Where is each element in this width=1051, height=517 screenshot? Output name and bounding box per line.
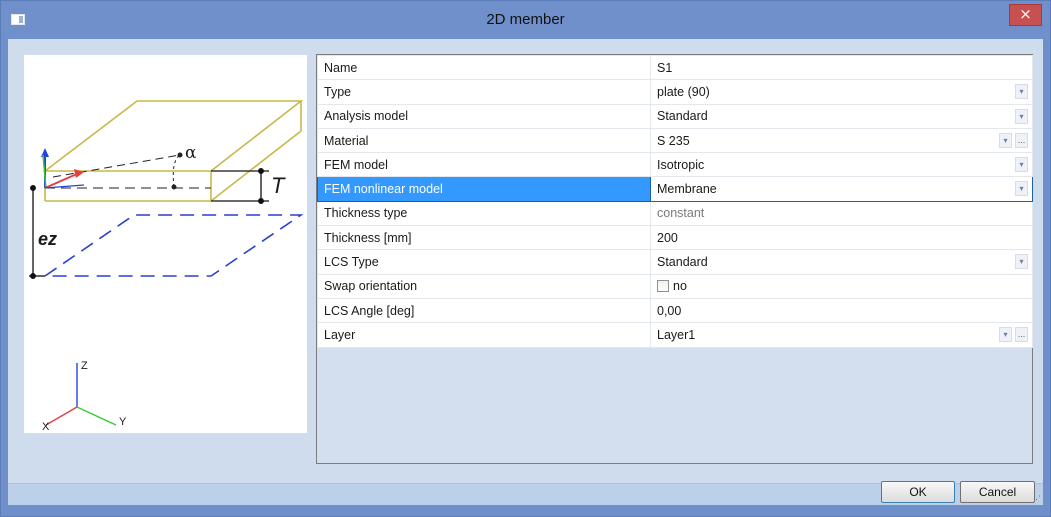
property-row[interactable]: Thickness type constant (317, 200, 1033, 227)
property-row[interactable]: Analysis model Standard ▾ (317, 103, 1033, 129)
swap-orientation-value: no (673, 279, 687, 294)
property-name: Type (317, 79, 651, 105)
window-title: 2D member (486, 11, 565, 28)
property-row-selected[interactable]: FEM nonlinear model Membrane ▾ (317, 176, 1033, 202)
name-field[interactable]: S1 (650, 54, 1033, 81)
swap-orientation-checkbox[interactable] (657, 280, 669, 293)
dropdown-arrow-icon[interactable]: ▾ (1015, 157, 1028, 173)
property-name: Layer (317, 322, 651, 348)
axis-y-label: Y (119, 416, 127, 428)
property-name: FEM model (317, 152, 651, 178)
property-row[interactable]: LCS Angle [deg] 0,00 (317, 297, 1033, 324)
property-name: Material (317, 127, 651, 154)
lcs-type-select[interactable]: Standard ▾ (650, 249, 1033, 275)
ellipsis-button[interactable]: ... (1015, 327, 1028, 343)
property-row[interactable]: Material S 235 ▾... (317, 127, 1033, 154)
property-name: Thickness [mm] (317, 225, 651, 251)
thickness-label: T (271, 173, 285, 198)
close-button[interactable]: × (1009, 4, 1042, 26)
property-name: Swap orientation (317, 273, 651, 299)
analysis-model-value: Standard (657, 109, 708, 124)
fem-nonlinear-model-select[interactable]: Membrane ▾ (650, 176, 1033, 202)
swap-orientation-cell[interactable]: no (650, 273, 1033, 299)
dropdown-arrow-icon[interactable]: ▾ (1015, 84, 1028, 100)
local-axes (41, 148, 85, 189)
eccentricity-label: ez (38, 229, 58, 249)
lcs-angle-field[interactable]: 0,00 (650, 297, 1033, 324)
dialog-body: α T ez Z X Y Name S1 Type plate (90) ▾ An… (8, 39, 1043, 505)
ellipsis-button[interactable]: ... (1015, 132, 1028, 148)
dropdown-arrow-icon[interactable]: ▾ (999, 327, 1012, 343)
property-table: Name S1 Type plate (90) ▾ Analysis model … (317, 54, 1033, 348)
property-row[interactable]: FEM model Isotropic ▾ (317, 152, 1033, 178)
global-axes (45, 363, 117, 426)
axis-x-label: X (42, 421, 50, 433)
thickness-dimension (211, 168, 269, 204)
title-bar[interactable]: 2D member × (1, 1, 1050, 39)
analysis-model-select[interactable]: Standard ▾ (650, 103, 1033, 129)
fem-model-value: Isotropic (657, 157, 705, 172)
property-row[interactable]: LCS Type Standard ▾ (317, 249, 1033, 275)
property-row[interactable]: Layer Layer1 ▾... (317, 322, 1033, 348)
property-row[interactable]: Name S1 (317, 54, 1033, 81)
material-value: S 235 (657, 133, 690, 148)
close-icon: × (1019, 5, 1032, 23)
dropdown-arrow-icon[interactable]: ▾ (1015, 254, 1028, 270)
layer-value: Layer1 (657, 327, 696, 342)
membrane-plane (42, 214, 304, 277)
alpha-label: α (185, 143, 197, 163)
fem-nonlinear-model-value: Membrane (657, 182, 717, 197)
material-select[interactable]: S 235 ▾... (650, 127, 1033, 154)
dropdown-arrow-icon[interactable]: ▾ (1015, 108, 1028, 124)
member-preview: α T ez Z X Y (24, 55, 307, 433)
cancel-button[interactable]: Cancel (960, 481, 1035, 503)
type-select[interactable]: plate (90) ▾ (650, 79, 1033, 105)
property-row[interactable]: Swap orientation no (317, 273, 1033, 299)
property-name: Analysis model (317, 103, 651, 129)
property-name: Name (317, 54, 651, 81)
property-grid[interactable]: Name S1 Type plate (90) ▾ Analysis model … (316, 54, 1033, 464)
lcs-type-value: Standard (657, 255, 708, 270)
layer-select[interactable]: Layer1 ▾... (650, 322, 1033, 348)
plate-diagram (29, 100, 304, 426)
property-row[interactable]: Type plate (90) ▾ (317, 79, 1033, 105)
thickness-field[interactable]: 200 (650, 225, 1033, 251)
axis-z-label: Z (81, 360, 88, 372)
property-name: FEM nonlinear model (317, 176, 651, 202)
dialog-window: 2D member × α T ez Z X Y Name S1 Type pl… (0, 0, 1051, 517)
property-name: Thickness type (317, 200, 651, 227)
resize-grip-icon[interactable]: ⋰ (1032, 494, 1042, 504)
type-value: plate (90) (657, 84, 710, 99)
dropdown-arrow-icon[interactable]: ▾ (1015, 181, 1028, 197)
thickness-type-value: constant (650, 200, 1033, 227)
dropdown-arrow-icon[interactable]: ▾ (999, 132, 1012, 148)
ok-button[interactable]: OK (881, 481, 955, 503)
property-row[interactable]: Thickness [mm] 200 (317, 225, 1033, 251)
property-name: LCS Type (317, 249, 651, 275)
fem-model-select[interactable]: Isotropic ▾ (650, 152, 1033, 178)
property-name: LCS Angle [deg] (317, 297, 651, 324)
